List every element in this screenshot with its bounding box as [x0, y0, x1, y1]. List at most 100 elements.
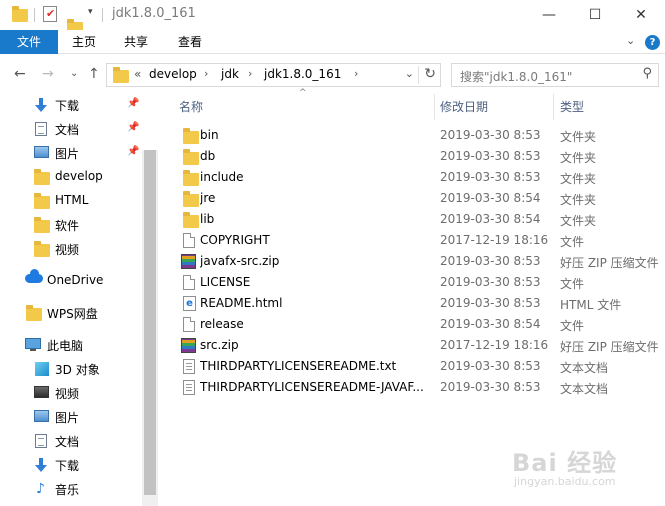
- file-row-jre[interactable]: jre 2019-03-30 8:54 文件夹: [158, 188, 665, 209]
- file-type: 文件夹: [560, 151, 597, 165]
- sidebar-item-wps-drive[interactable]: WPS网盘: [0, 302, 142, 324]
- file-row-readme-html[interactable]: e README.html 2019-03-30 8:53 HTML 文件: [158, 293, 665, 314]
- folder-icon: [183, 170, 199, 186]
- file-name: jre: [200, 191, 216, 205]
- sidebar-item-onedrive[interactable]: OneDrive: [0, 269, 142, 292]
- download-icon: [35, 98, 47, 112]
- file-type: 好压 ZIP 压缩文件: [560, 340, 659, 354]
- breadcrumb-jdk[interactable]: jdk: [221, 67, 239, 81]
- sidebar-item-pc-pictures[interactable]: 图片: [0, 406, 142, 428]
- separator: [102, 8, 103, 22]
- breadcrumb-overflow[interactable]: «: [134, 67, 141, 81]
- breadcrumb-develop[interactable]: develop: [149, 67, 197, 81]
- file-row-license[interactable]: LICENSE 2019-03-30 8:53 文件: [158, 272, 665, 293]
- file-name: COPYRIGHT: [200, 233, 270, 247]
- folder-icon: [12, 6, 28, 22]
- sidebar-item-label: 视频: [55, 243, 80, 257]
- pin-icon[interactable]: 📌: [127, 146, 139, 157]
- column-divider[interactable]: [553, 94, 554, 120]
- pin-icon[interactable]: 📌: [127, 122, 139, 133]
- breadcrumb-jdk1-8-0-161[interactable]: jdk1.8.0_161: [264, 67, 341, 81]
- folder-icon: [34, 169, 50, 185]
- minimize-button[interactable]: —: [526, 0, 572, 30]
- file-date: 2019-03-30 8:53: [440, 359, 541, 373]
- file-name: db: [200, 149, 216, 163]
- column-header-date[interactable]: 修改日期: [440, 98, 488, 115]
- up-button[interactable]: ↑: [88, 66, 100, 82]
- folder-icon: [34, 193, 50, 209]
- file-name: README.html: [200, 296, 283, 310]
- pin-icon[interactable]: 📌: [127, 98, 139, 109]
- sidebar-item-this-pc[interactable]: 此电脑: [0, 334, 142, 356]
- tab-home[interactable]: 主页: [66, 30, 102, 54]
- cloud-icon: [25, 269, 43, 283]
- search-icon[interactable]: ⚲: [642, 66, 652, 81]
- sidebar-item-software[interactable]: 软件: [0, 214, 142, 236]
- file-row-javafx-src-zip[interactable]: javafx-src.zip 2019-03-30 8:53 好压 ZIP 压缩…: [158, 251, 665, 272]
- file-date: 2017-12-19 18:16: [440, 338, 549, 352]
- sidebar-item-music[interactable]: ♪ 音乐: [0, 478, 142, 500]
- tab-share[interactable]: 共享: [118, 30, 154, 54]
- column-header-type[interactable]: 类型: [560, 98, 584, 115]
- file-row-src-zip[interactable]: src.zip 2017-12-19 18:16 好压 ZIP 压缩文件: [158, 335, 665, 356]
- file-date: 2019-03-30 8:54: [440, 212, 541, 226]
- sidebar-item-3d-objects[interactable]: 3D 对象: [0, 358, 142, 380]
- sidebar-item-pictures[interactable]: 图片 📌: [0, 142, 142, 164]
- search-input[interactable]: 搜索"jdk1.8.0_161" ⚲: [451, 63, 659, 87]
- chevron-right-icon[interactable]: ›: [204, 67, 208, 80]
- sidebar-scrollbar-thumb[interactable]: [144, 150, 156, 495]
- chevron-right-icon[interactable]: ›: [354, 67, 358, 80]
- refresh-button[interactable]: ↻: [424, 66, 436, 82]
- file-name: LICENSE: [200, 275, 251, 289]
- file-row-release[interactable]: release 2019-03-30 8:54 文件: [158, 314, 665, 335]
- sidebar-item-pc-documents[interactable]: 文档: [0, 430, 142, 452]
- sidebar-item-label: 软件: [55, 219, 80, 233]
- recent-locations-button[interactable]: ⌄: [70, 68, 78, 79]
- folder-icon: [113, 67, 129, 83]
- maximize-button[interactable]: ☐: [572, 0, 618, 30]
- file-row-copyright[interactable]: COPYRIGHT 2017-12-19 18:16 文件: [158, 230, 665, 251]
- address-dropdown-icon[interactable]: ⌄: [405, 67, 414, 80]
- help-icon[interactable]: ?: [645, 35, 660, 50]
- sidebar-item-label: 3D 对象: [55, 363, 100, 377]
- column-header-name[interactable]: 名称: [179, 98, 203, 115]
- folder-icon: [183, 212, 199, 228]
- navigation-bar: ← → ⌄ ↑ « develop › jdk › jdk1.8.0_161 ›…: [0, 54, 665, 94]
- file-row-thirdparty-javafx[interactable]: THIRDPARTYLICENSEREADME-JAVAF... 2019-03…: [158, 377, 665, 398]
- sidebar-item-develop[interactable]: develop: [0, 166, 142, 188]
- text-file-icon: [183, 380, 195, 395]
- file-row-db[interactable]: db 2019-03-30 8:53 文件夹: [158, 146, 665, 167]
- column-divider[interactable]: [434, 94, 435, 120]
- sidebar-item-pc-videos[interactable]: 视频: [0, 382, 142, 404]
- sidebar-item-html[interactable]: HTML: [0, 190, 142, 212]
- file-date: 2019-03-30 8:53: [440, 128, 541, 142]
- file-date: 2019-03-30 8:53: [440, 254, 541, 268]
- file-icon: [183, 275, 195, 290]
- tab-file[interactable]: 文件: [0, 30, 58, 54]
- chevron-right-icon[interactable]: ›: [248, 67, 252, 80]
- file-row-thirdparty-txt[interactable]: THIRDPARTYLICENSEREADME.txt 2019-03-30 8…: [158, 356, 665, 377]
- sidebar-item-label: 此电脑: [47, 339, 84, 353]
- customize-toolbar-icon[interactable]: ▾: [88, 7, 93, 17]
- forward-button[interactable]: →: [42, 66, 54, 82]
- file-row-bin[interactable]: bin 2019-03-30 8:53 文件夹: [158, 125, 665, 146]
- file-row-include[interactable]: include 2019-03-30 8:53 文件夹: [158, 167, 665, 188]
- back-button[interactable]: ←: [14, 66, 26, 82]
- sidebar-item-videos[interactable]: 视频: [0, 238, 142, 260]
- file-type: 文件: [560, 277, 585, 291]
- tab-view[interactable]: 查看: [172, 30, 208, 54]
- file-type: 文件夹: [560, 172, 597, 186]
- expand-ribbon-icon[interactable]: ⌄: [626, 34, 635, 47]
- sidebar-item-downloads[interactable]: 下载 📌: [0, 94, 142, 116]
- sidebar-item-documents[interactable]: 文档 📌: [0, 118, 142, 140]
- sidebar-item-label: develop: [55, 169, 103, 183]
- close-button[interactable]: ✕: [618, 0, 664, 30]
- sidebar-item-label: OneDrive: [47, 273, 104, 287]
- properties-icon[interactable]: ✔: [43, 6, 57, 22]
- sidebar-item-pc-downloads[interactable]: 下载: [0, 454, 142, 476]
- address-bar[interactable]: « develop › jdk › jdk1.8.0_161 › ⌄ ↻: [106, 63, 441, 87]
- sidebar-item-label: 音乐: [55, 483, 80, 497]
- watermark-logo-text: Bai 经验: [512, 449, 618, 477]
- file-row-lib[interactable]: lib 2019-03-30 8:54 文件夹: [158, 209, 665, 230]
- file-date: 2019-03-30 8:53: [440, 149, 541, 163]
